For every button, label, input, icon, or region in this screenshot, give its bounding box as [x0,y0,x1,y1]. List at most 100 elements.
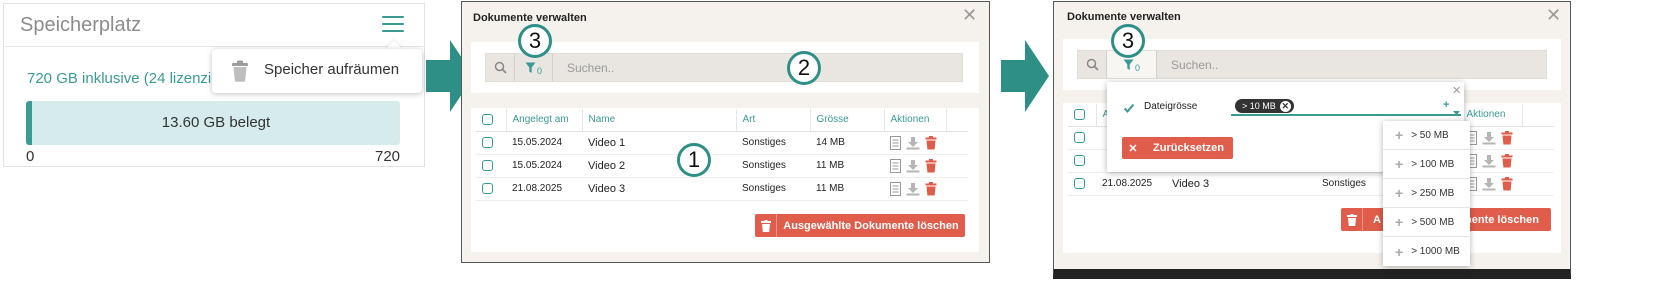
remove-chip-icon[interactable]: ✕ [1279,100,1291,112]
search-bar: 0 Suchen.. [1077,50,1547,79]
close-filter-icon[interactable]: ✕ [1452,84,1461,97]
filter-count: 0 [1134,62,1140,73]
column-header[interactable]: Angelegt am [506,109,583,132]
table-header-row: Angelegt am Name Art Grösse Aktionen [476,109,968,132]
delete-icon[interactable] [1501,176,1513,191]
delete-icon[interactable] [1501,130,1513,145]
delete-selected-label-partial: A [1373,213,1381,226]
manage-documents-dialog: Dokumente verwalten ✕ 0 Suchen.. Angeleg… [461,1,990,263]
storage-title: Speicherplatz [20,14,142,36]
size-option[interactable]: + > 250 MB [1383,179,1470,208]
column-header[interactable]: Grösse [810,109,885,132]
callout-filter: 3 [518,24,552,58]
cell-size: 11 MB [810,177,884,201]
cell-date: 21.08.2025 [1096,172,1166,196]
cell-name: Video 2 [582,154,736,178]
search-placeholder: Suchen.. [1171,57,1219,72]
document-details-icon[interactable] [890,135,901,150]
storage-usage-bar: 13.60 GB belegt [26,101,400,145]
storage-usage-label: 13.60 GB belegt [161,114,271,131]
cleanup-storage-menu-item[interactable]: Speicher aufräumen [264,61,399,78]
document-details-icon[interactable] [890,181,901,196]
search-bar: 0 Suchen.. [485,53,963,82]
size-option[interactable]: + > 1000 MB [1383,237,1470,266]
size-filter-input[interactable]: > 10 MB ✕ + [1231,98,1461,116]
delete-icon[interactable] [1501,153,1513,168]
cell-date: 21.08.2025 [506,177,582,201]
storage-scale-max: 720 [375,148,401,165]
delete-icon[interactable] [925,181,937,196]
reset-filter-button[interactable]: ✕ Zurücksetzen [1122,137,1233,159]
close-icon[interactable]: ✕ [962,5,977,26]
row-checkbox[interactable] [482,182,493,194]
table-row[interactable]: 15.05.2024 Video 2 Sonstiges 11 MB [476,154,968,178]
documents-section: Angelegt am Name Art Grösse Aktionen 15.… [471,108,979,252]
table-row[interactable]: 15.05.2024 Video 1 Sonstiges 14 MB [476,131,968,155]
cell-name: Video 1 [582,131,736,155]
documents-table: Angelegt am Name Art Grösse Aktionen 15.… [476,109,968,201]
chip-label: > 10 MB [1242,101,1276,111]
download-icon[interactable] [1482,177,1496,191]
delete-icon[interactable] [925,135,937,150]
checkmark-icon[interactable] [1123,101,1135,119]
cell-type: Sonstiges [1316,172,1388,196]
column-header[interactable]: Name [582,109,737,132]
row-checkbox[interactable] [482,159,493,171]
close-icon: ✕ [1128,142,1138,155]
hamburger-menu-icon[interactable] [382,16,404,34]
column-header[interactable]: Art [736,109,811,132]
chevron-down-icon[interactable] [1453,103,1460,121]
arrow-right-icon [1001,40,1049,112]
table-row[interactable]: 21.08.2025 Video 3 Sonstiges 11 MB [476,177,968,201]
download-icon[interactable] [1482,154,1496,168]
storage-widget-panel: Speicherplatz 720 GB inklusive (24 lizen… [0,0,428,168]
active-filter-chip: > 10 MB ✕ [1235,99,1294,113]
download-icon[interactable] [906,159,920,173]
download-icon[interactable] [906,136,920,150]
cell-date: 15.05.2024 [506,154,582,178]
trash-icon [755,214,777,237]
cell-name: Video 3 [582,177,736,201]
add-icon[interactable]: + [1443,99,1449,111]
cell-type: Sonstiges [736,177,810,201]
search-placeholder: Suchen.. [567,60,615,75]
callout-search: 2 [787,51,821,85]
table-row[interactable]: 21.08.2025 Video 3 Sonstiges [1068,172,1554,196]
cell-type: Sonstiges [736,131,810,155]
filter-icon [1123,59,1134,70]
select-all-checkbox[interactable] [482,114,493,126]
close-icon[interactable]: ✕ [1546,5,1561,26]
search-icon[interactable] [1078,51,1107,78]
filter-button[interactable]: 0 [515,54,553,81]
size-options-dropdown: + > 50 MB + > 100 MB + > 250 MB + > 500 MB +… [1383,121,1470,266]
row-checkbox[interactable] [1074,177,1085,189]
cell-size: 14 MB [810,131,884,155]
trash-icon[interactable] [230,60,250,87]
trash-icon [1341,208,1363,231]
select-all-checkbox[interactable] [1074,109,1085,121]
cell-size: 11 MB [810,154,884,178]
column-header: Aktionen [884,109,947,132]
search-input[interactable]: Suchen.. [553,54,962,81]
download-icon[interactable] [906,182,920,196]
storage-scale-min: 0 [26,148,35,165]
search-icon[interactable] [486,54,515,81]
size-option[interactable]: + > 100 MB [1383,150,1470,179]
cell-type: Sonstiges [736,154,810,178]
row-checkbox[interactable] [482,136,493,148]
dialog-title: Dokumente verwalten [473,12,587,24]
cell-date: 15.05.2024 [506,131,582,155]
size-option[interactable]: + > 500 MB [1383,208,1470,237]
filter-count: 0 [536,65,542,76]
reset-label: Zurücksetzen [1153,142,1224,154]
filter-icon [525,62,536,73]
delete-icon[interactable] [925,158,937,173]
download-icon[interactable] [1482,131,1496,145]
search-input[interactable]: Suchen.. [1157,51,1546,78]
manage-documents-dialog-filter: Dokumente verwalten ✕ 0 Suchen.. A Aktio… [1053,1,1571,279]
row-checkbox[interactable] [1074,154,1085,166]
document-details-icon[interactable] [890,158,901,173]
delete-selected-button[interactable]: Ausgewählte Dokumente löschen [755,214,965,237]
row-checkbox[interactable] [1074,131,1085,143]
size-option[interactable]: + > 50 MB [1383,121,1470,150]
